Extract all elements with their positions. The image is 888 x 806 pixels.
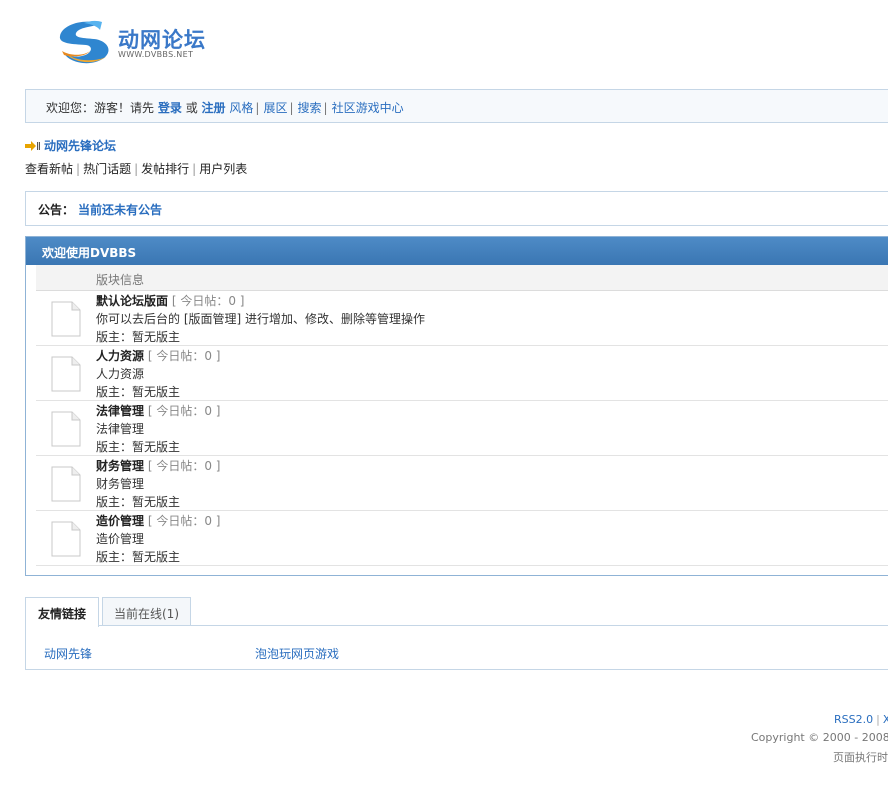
friend-link[interactable]: 泡泡玩网页游戏 — [255, 645, 339, 662]
board-name[interactable]: 默认论坛版面 — [96, 294, 168, 308]
login-link[interactable]: 登录 — [158, 101, 182, 115]
execution-time: 页面执行时 — [833, 751, 888, 764]
arrow-right-icon — [25, 141, 40, 151]
board-moderator: 版主：暂无版主 — [96, 330, 181, 344]
board-moderator: 版主：暂无版主 — [96, 495, 181, 509]
register-link[interactable]: 注册 — [202, 101, 226, 115]
friend-link[interactable]: 动网先锋 — [44, 645, 92, 662]
announcement-label: 公告： — [38, 203, 75, 217]
board-row: 造价管理 [ 今日帖：0 ] 造价管理 版主：暂无版主 — [36, 511, 888, 566]
board-moderator: 版主：暂无版主 — [96, 385, 181, 399]
board-description: 造价管理 — [96, 532, 145, 546]
friend-links-panel: 动网先锋 泡泡玩网页游戏 — [25, 625, 888, 670]
board-row: 法律管理 [ 今日帖：0 ] 法律管理 版主：暂无版主 — [36, 401, 888, 456]
user-list-link[interactable]: 用户列表 — [199, 162, 247, 176]
new-posts-link[interactable]: 查看新帖 — [25, 162, 73, 176]
copyright-text: Copyright © 2000 - 2008 — [751, 731, 888, 744]
board-title[interactable]: 财务管理 [ 今日帖：0 ] — [96, 457, 220, 474]
quick-nav: 查看新帖 | 热门话题 | 发帖排行 | 用户列表 — [25, 160, 247, 177]
board-today-count: [ 今日帖：0 ] — [171, 294, 245, 308]
board-today-count: [ 今日帖：0 ] — [147, 404, 221, 418]
logo-swirl-icon — [59, 20, 109, 64]
board-name[interactable]: 法律管理 — [96, 404, 144, 418]
board-title[interactable]: 造价管理 [ 今日帖：0 ] — [96, 512, 220, 529]
logo-url: WWW.DVBBS.NET — [118, 50, 194, 59]
board-description: 法律管理 — [96, 422, 145, 436]
tab-online-users[interactable]: 当前在线(1) — [102, 597, 191, 626]
document-icon — [51, 411, 81, 447]
board-title[interactable]: 法律管理 [ 今日帖：0 ] — [96, 402, 220, 419]
board-today-count: [ 今日帖：0 ] — [147, 349, 221, 363]
site-logo[interactable]: 动网论坛 WWW.DVBBS.NET — [56, 18, 216, 70]
games-link[interactable]: 社区游戏中心 — [332, 101, 404, 115]
separator: | — [192, 162, 197, 176]
rss-link[interactable]: RSS2.0 — [834, 713, 873, 726]
board-title[interactable]: 人力资源 [ 今日帖：0 ] — [96, 347, 220, 364]
board-row: 人力资源 [ 今日帖：0 ] 人力资源 版主：暂无版主 — [36, 346, 888, 401]
forum-board-panel: 欢迎使用DVBBS 版块信息 默认论坛版面 [ 今日帖：0 ] 你可以去后台的 … — [25, 236, 888, 576]
footer-feed-links: RSS2.0 | X — [834, 713, 888, 726]
document-icon — [51, 301, 81, 337]
separator: | — [323, 101, 328, 115]
board-today-count: [ 今日帖：0 ] — [147, 459, 221, 473]
announcement-bar: 公告： 当前还未有公告 — [25, 191, 888, 226]
board-name[interactable]: 财务管理 — [96, 459, 144, 473]
hot-topics-link[interactable]: 热门话题 — [83, 162, 131, 176]
separator: | — [876, 713, 880, 726]
board-description: 你可以去后台的 [版面管理] 进行增加、修改、删除等管理操作 — [96, 312, 425, 326]
separator: | — [289, 101, 294, 115]
breadcrumb: 动网先锋论坛 — [25, 137, 116, 154]
separator: | — [76, 162, 81, 176]
board-moderator: 版主：暂无版主 — [96, 550, 181, 564]
copyright: Copyright © 2000 - 2008 Dv — [751, 731, 888, 744]
document-icon — [51, 521, 81, 557]
announcement-link[interactable]: 当前还未有公告 — [78, 203, 162, 217]
xml-link[interactable]: X — [883, 713, 888, 726]
style-link[interactable]: 风格 — [229, 101, 253, 115]
board-description: 人力资源 — [96, 367, 145, 381]
document-icon — [51, 466, 81, 502]
board-row: 财务管理 [ 今日帖：0 ] 财务管理 版主：暂无版主 — [36, 456, 888, 511]
or-text: 或 — [185, 101, 198, 115]
document-icon — [51, 356, 81, 392]
welcome-text: 欢迎您：游客！请先 — [46, 101, 155, 115]
post-ranking-link[interactable]: 发帖排行 — [141, 162, 189, 176]
board-title[interactable]: 默认论坛版面 [ 今日帖：0 ] — [96, 292, 244, 309]
board-row: 默认论坛版面 [ 今日帖：0 ] 你可以去后台的 [版面管理] 进行增加、修改、… — [36, 291, 888, 346]
separator: | — [255, 101, 260, 115]
tab-friend-links[interactable]: 友情链接 — [25, 597, 99, 627]
forum-home-link[interactable]: 动网先锋论坛 — [44, 139, 116, 153]
column-header: 版块信息 — [36, 265, 888, 291]
board-today-count: [ 今日帖：0 ] — [147, 514, 221, 528]
exhibit-link[interactable]: 展区 — [263, 101, 287, 115]
board-name[interactable]: 造价管理 — [96, 514, 144, 528]
user-bar: 欢迎您：游客！请先 登录 或 注册 风格 | 展区 | 搜索 | 社区游戏中心 — [25, 89, 888, 123]
board-moderator: 版主：暂无版主 — [96, 440, 181, 454]
separator: | — [134, 162, 139, 176]
board-list: 默认论坛版面 [ 今日帖：0 ] 你可以去后台的 [版面管理] 进行增加、修改、… — [36, 291, 888, 566]
panel-title: 欢迎使用DVBBS — [26, 237, 888, 265]
board-name[interactable]: 人力资源 — [96, 349, 144, 363]
search-link[interactable]: 搜索 — [298, 101, 322, 115]
board-description: 财务管理 — [96, 477, 145, 491]
